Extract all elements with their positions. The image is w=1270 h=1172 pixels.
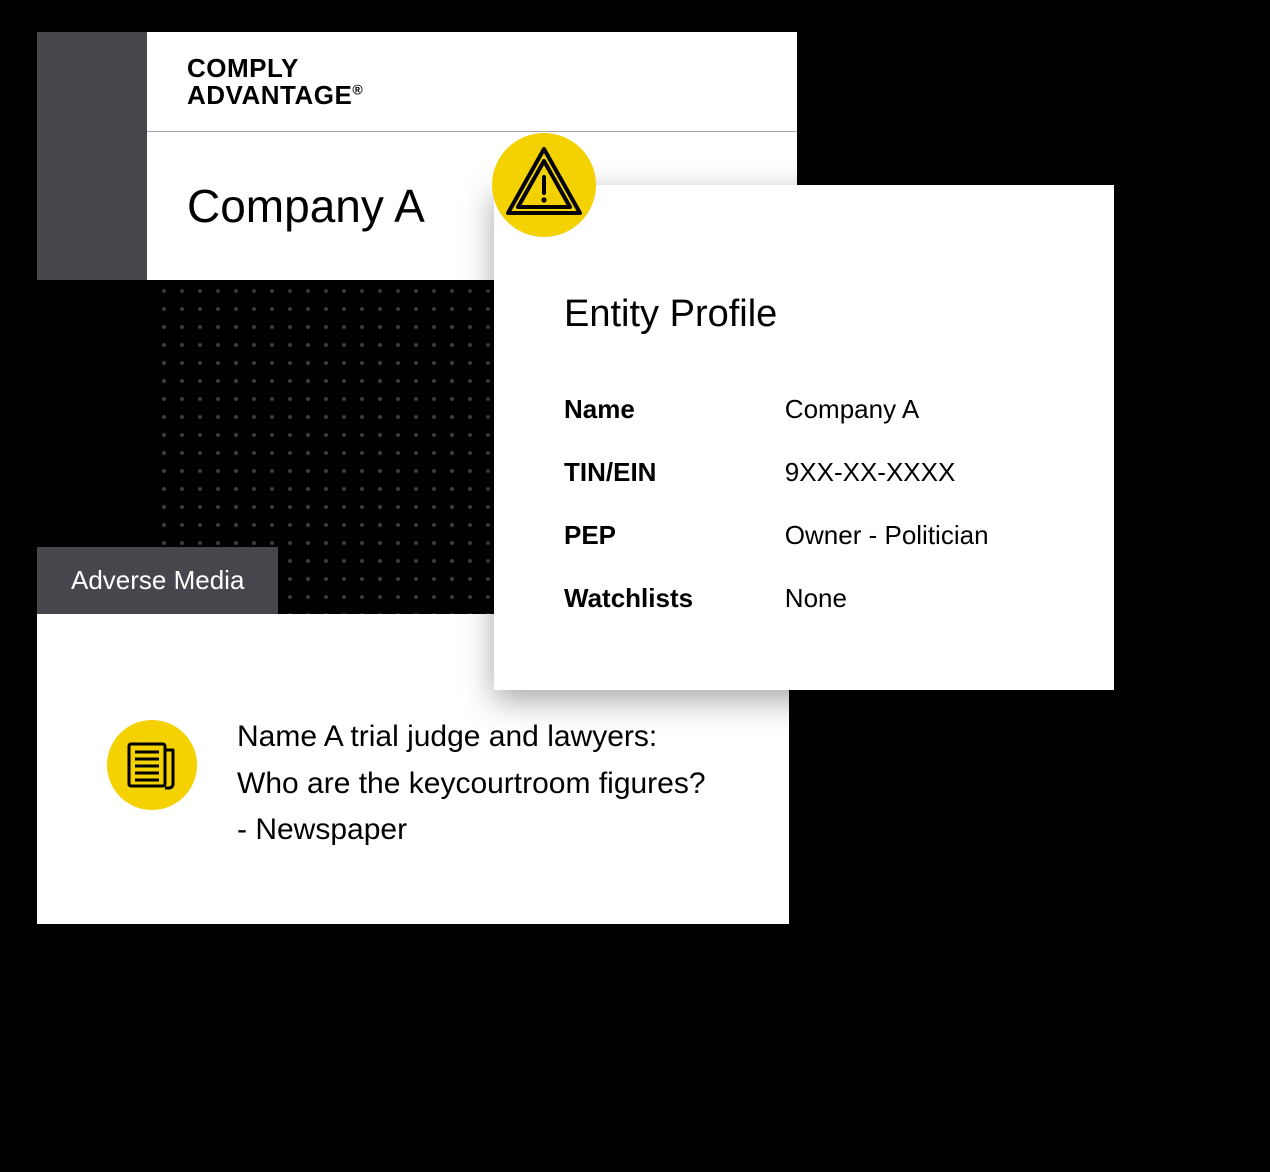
field-label-watchlists: Watchlists <box>564 567 785 630</box>
brand-row: COMPLY ADVANTAGE® <box>147 32 797 132</box>
entity-profile-card: Entity Profile Name Company A TIN/EIN 9X… <box>494 185 1114 690</box>
newspaper-icon <box>125 738 179 792</box>
field-value-watchlists: None <box>785 567 1044 630</box>
brand-line2: ADVANTAGE <box>187 80 352 110</box>
adverse-media-headline: Name A trial judge and lawyers: Who are … <box>237 714 706 854</box>
news-icon-wrap <box>107 720 197 810</box>
field-label-tin: TIN/EIN <box>564 441 785 504</box>
entity-profile-title: Entity Profile <box>564 293 1044 336</box>
adverse-media-tab[interactable]: Adverse Media <box>37 547 278 614</box>
field-value-name: Company A <box>785 378 1044 441</box>
table-row: TIN/EIN 9XX-XX-XXXX <box>564 441 1044 504</box>
brand-logo: COMPLY ADVANTAGE® <box>187 55 363 108</box>
field-value-pep: Owner - Politician <box>785 504 1044 567</box>
alert-badge <box>492 133 596 237</box>
entity-info-table: Name Company A TIN/EIN 9XX-XX-XXXX PEP O… <box>564 378 1044 630</box>
headline-line1: Name A trial judge and lawyers: <box>237 720 657 753</box>
table-row: PEP Owner - Politician <box>564 504 1044 567</box>
card-spine <box>37 32 147 280</box>
field-value-tin: 9XX-XX-XXXX <box>785 441 1044 504</box>
adverse-media-tab-label: Adverse Media <box>71 565 244 595</box>
field-label-pep: PEP <box>564 504 785 567</box>
company-name: Company A <box>187 179 425 233</box>
table-row: Name Company A <box>564 378 1044 441</box>
registered-mark: ® <box>352 81 363 97</box>
field-label-name: Name <box>564 378 785 441</box>
headline-source: - Newspaper <box>237 813 407 846</box>
headline-line2: Who are the keycourtroom figures? <box>237 767 706 800</box>
brand-line1: COMPLY <box>187 53 299 83</box>
warning-triangle-icon <box>504 143 584 223</box>
table-row: Watchlists None <box>564 567 1044 630</box>
